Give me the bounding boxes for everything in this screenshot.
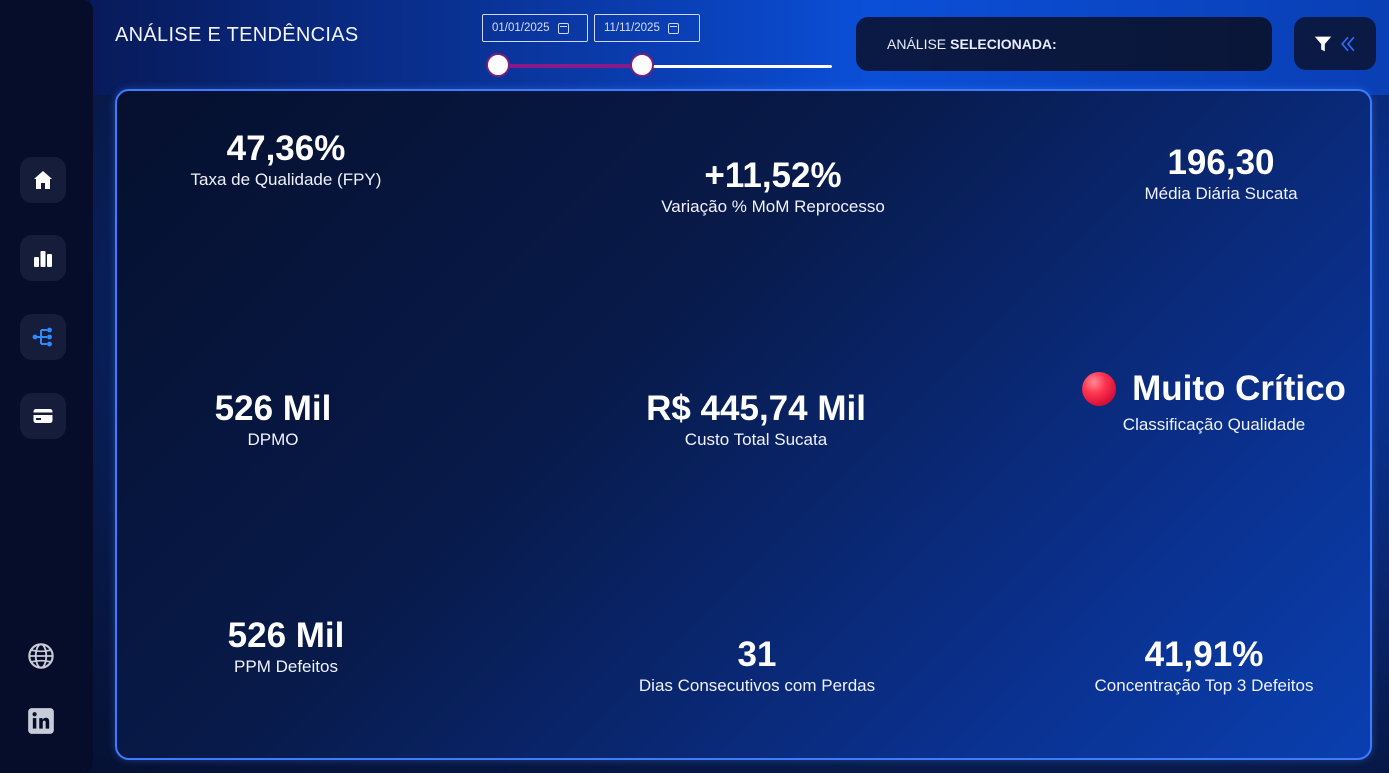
calendar-icon xyxy=(667,22,679,34)
linkedin-icon xyxy=(28,708,54,734)
date-slider-start-handle[interactable] xyxy=(486,53,510,77)
kpi-quality-classification: Muito Crítico Classificação Qualidade xyxy=(1082,370,1346,435)
kpi-top3-defects: 41,91% Concentração Top 3 Defeitos xyxy=(1095,636,1314,696)
kpi-label: Variação % MoM Reprocesso xyxy=(661,197,885,216)
kpi-label: PPM Defeitos xyxy=(234,657,338,676)
kpi-scrap-cost: R$ 445,74 Mil Custo Total Sucata xyxy=(646,390,866,450)
kpi-value: 47,36% xyxy=(226,129,346,168)
card-icon xyxy=(33,409,53,423)
selected-analysis-box: ANÁLISE SELECIONADA: xyxy=(856,17,1272,71)
kpi-value: 31 xyxy=(737,635,777,674)
globe-icon xyxy=(28,643,54,669)
sidebar xyxy=(0,0,93,773)
kpi-value: Muito Crítico xyxy=(1132,369,1346,408)
start-date-value: 01/01/2025 xyxy=(492,22,550,34)
bar-chart-icon xyxy=(34,251,52,267)
start-date-input[interactable]: 01/01/2025 xyxy=(482,14,588,42)
analysis-bold-label: SELECIONADA: xyxy=(950,36,1057,52)
nav-home-button[interactable] xyxy=(20,157,66,203)
kpi-label: Classificação Qualidade xyxy=(1122,415,1306,434)
kpi-value: 41,91% xyxy=(1144,635,1264,674)
end-date-value: 11/11/2025 xyxy=(604,22,660,34)
kpi-dpmo: 526 Mil DPMO xyxy=(215,390,332,450)
hierarchy-icon xyxy=(32,327,52,347)
globe-link[interactable] xyxy=(26,641,56,671)
kpi-label: Dias Consecutivos com Perdas xyxy=(638,676,876,695)
kpi-label: Taxa de Qualidade (FPY) xyxy=(190,170,382,189)
filter-toggle-button[interactable] xyxy=(1294,17,1376,70)
kpi-label: Custo Total Sucata xyxy=(684,430,828,449)
kpi-mom-reprocess: +11,52% Variação % MoM Reprocesso xyxy=(661,157,885,217)
kpi-consecutive-loss-days: 31 Dias Consecutivos com Perdas xyxy=(639,636,875,696)
date-slider-end-handle[interactable] xyxy=(630,53,654,77)
end-date-input[interactable]: 11/11/2025 xyxy=(594,14,700,42)
home-icon xyxy=(34,171,52,189)
kpi-fpy: 47,36% Taxa de Qualidade (FPY) xyxy=(191,130,382,190)
kpi-value: +11,52% xyxy=(704,156,842,195)
kpi-value: 196,30 xyxy=(1167,143,1275,182)
date-slider-range xyxy=(498,64,642,68)
filter-icon xyxy=(1314,36,1332,51)
kpi-value: R$ 445,74 Mil xyxy=(646,389,866,428)
nav-card-button[interactable] xyxy=(20,393,66,439)
kpi-value: 526 Mil xyxy=(227,616,345,655)
kpi-label: DPMO xyxy=(247,430,299,449)
kpi-label: Média Diária Sucata xyxy=(1144,184,1298,203)
double-chevron-left-icon xyxy=(1341,36,1355,51)
kpi-value: 526 Mil xyxy=(214,389,332,428)
nav-charts-button[interactable] xyxy=(20,235,66,281)
page-title: ANÁLISE E TENDÊNCIAS xyxy=(115,24,359,46)
kpi-daily-scrap: 196,30 Média Diária Sucata xyxy=(1144,144,1297,204)
linkedin-link[interactable] xyxy=(26,706,56,736)
status-indicator-icon xyxy=(1082,372,1117,406)
nav-tree-button[interactable] xyxy=(20,314,66,360)
kpi-ppm: 526 Mil PPM Defeitos xyxy=(228,617,345,677)
kpi-label: Concentração Top 3 Defeitos xyxy=(1094,676,1314,695)
analysis-prefix: ANÁLISE xyxy=(887,36,947,52)
calendar-icon xyxy=(557,22,569,34)
